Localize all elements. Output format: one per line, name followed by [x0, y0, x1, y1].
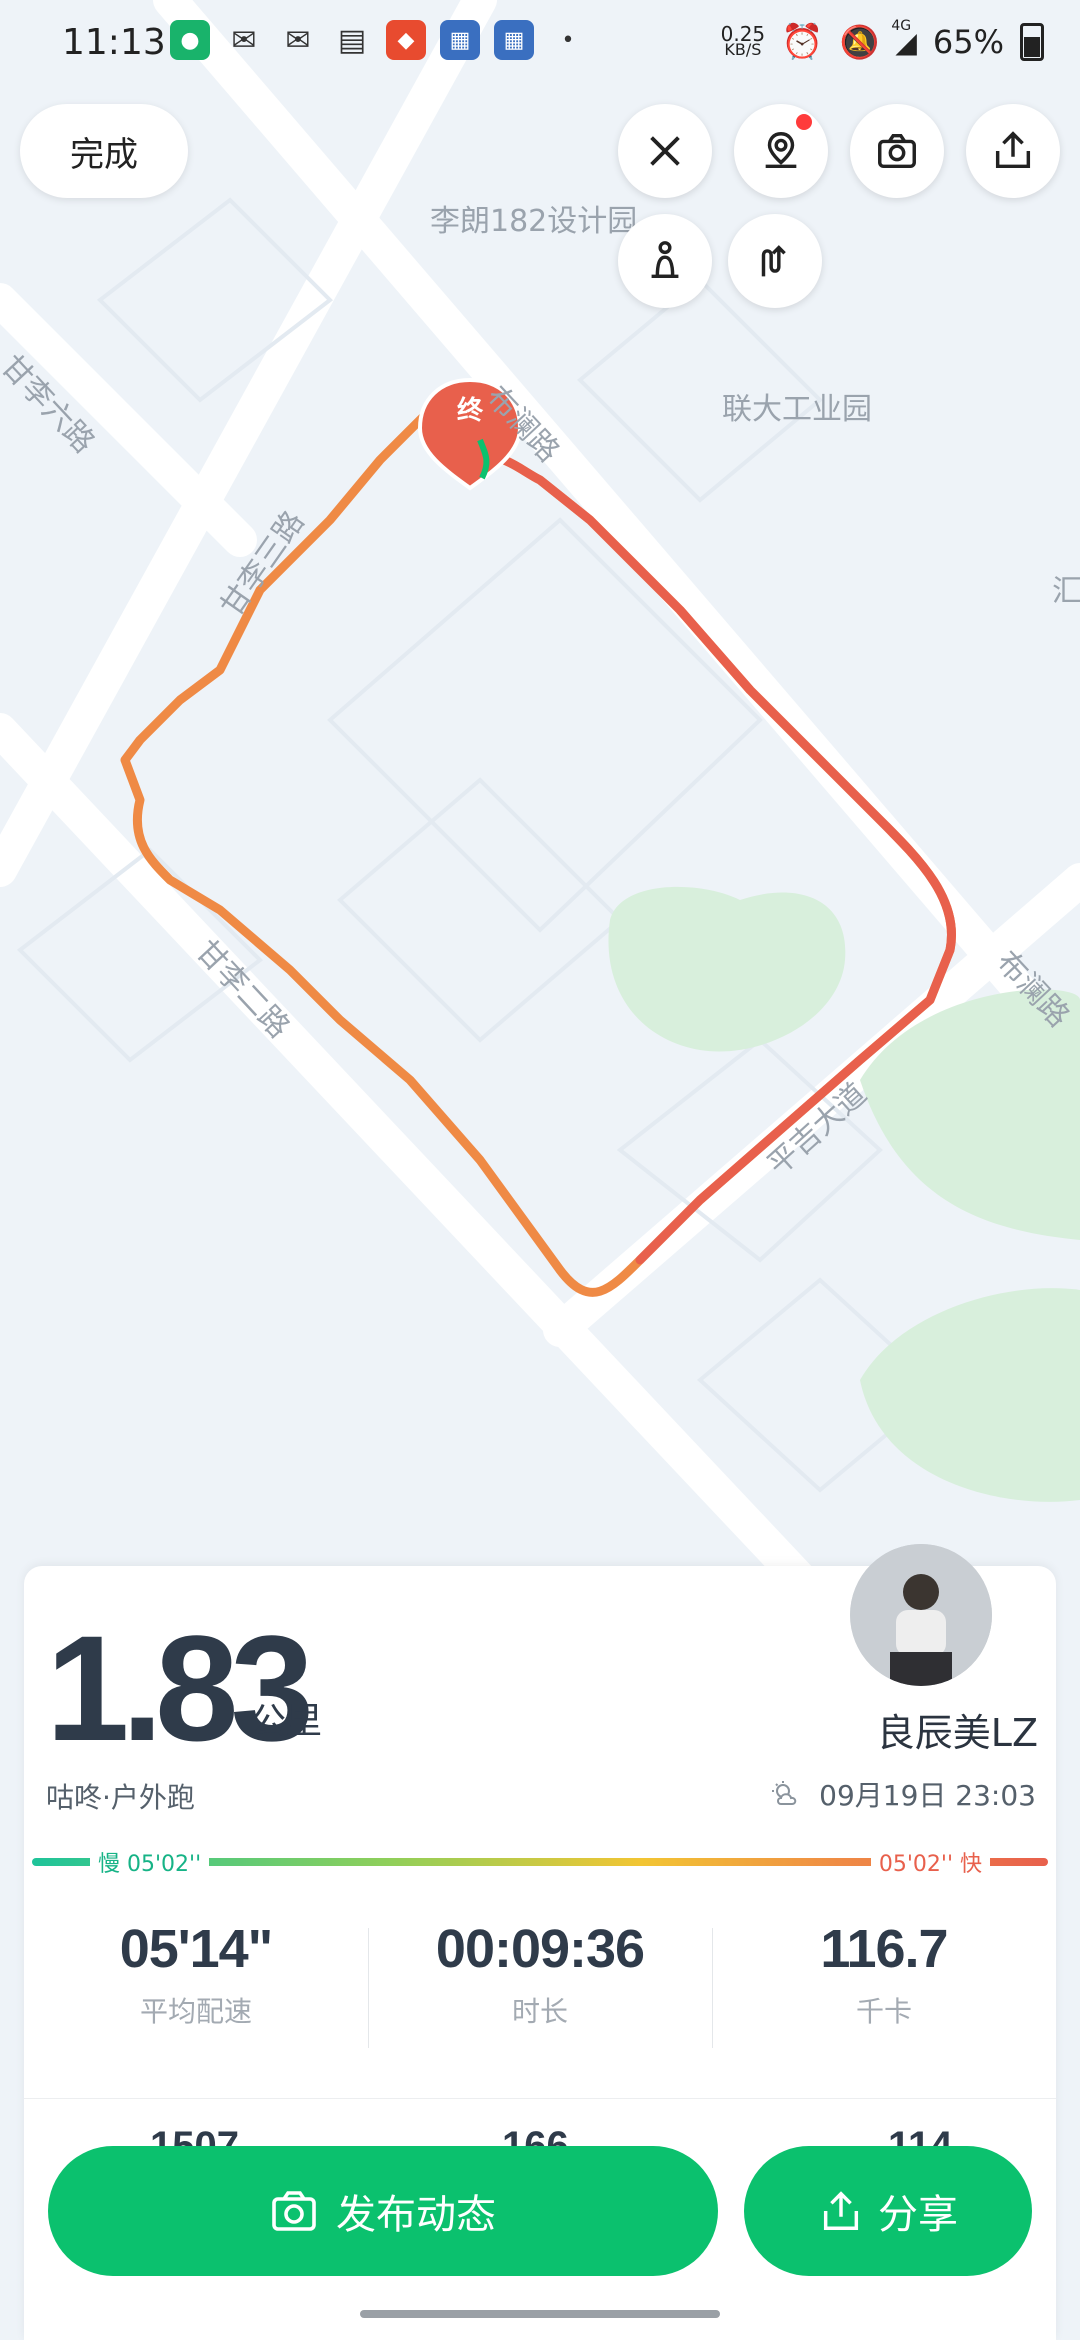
route-map[interactable]: 李朗182设计园 联大工业园 甘李六路 甘李三路 甘李二路 布澜路 布澜路 平吉… [0, 0, 1080, 1617]
location-pin-icon [765, 132, 797, 169]
weather-date: 09月19日 23:03 [771, 1774, 1036, 1814]
distance-value: 1.83 [46, 1604, 314, 1772]
stat-calories: 116.7 千卡 [712, 1918, 1056, 2048]
activity-type: 咕咚·户外跑 [46, 1781, 195, 1814]
network-type: 4G [891, 17, 912, 34]
figure-button[interactable] [618, 214, 712, 308]
camera-icon [272, 2191, 316, 2231]
app-icon: ▦ [440, 20, 480, 60]
export-button[interactable] [966, 104, 1060, 198]
stat-value: 05'14" [119, 1919, 274, 1979]
notification-dot [796, 114, 812, 130]
run-date: 09月19日 23:03 [819, 1779, 1036, 1812]
username: 良辰美LZ [876, 1711, 1038, 1755]
home-indicator[interactable] [360, 2310, 720, 2318]
app-icon: ● [170, 20, 210, 60]
route-icon [761, 245, 786, 277]
route-button[interactable] [728, 214, 822, 308]
avatar-photo [850, 1544, 992, 1686]
publish-button[interactable]: 发布动态 [48, 2146, 718, 2276]
share-label: 分享 [878, 2192, 958, 2238]
status-bar: 11:13 ● ✉ ✉ ▤ ◆ ▦ ▦ • 0.25 KB/S ⏰ 🔕 4G ◢ … [0, 0, 1080, 96]
stat-value: 116.7 [820, 1919, 948, 1979]
stat-label: 时长 [511, 1995, 568, 2028]
share-icon [823, 2191, 859, 2230]
status-time: 11:13 [62, 22, 166, 63]
more-dot-icon: • [561, 27, 575, 53]
stat-avg-pace: 05'14" 平均配速 [24, 1918, 368, 2048]
battery-percent: 65% [932, 23, 1004, 61]
file-icon: ▤ [337, 22, 367, 58]
publish-label: 发布动态 [336, 2192, 496, 2238]
wechat-icon: ✉ [231, 22, 257, 58]
app-icon: ▦ [494, 20, 534, 60]
mute-icon: 🔕 [839, 23, 880, 61]
map-label-lian-da: 联大工业园 [722, 392, 872, 427]
pace-gradient-bar: 慢 05'02'' 05'02'' 快 [32, 1846, 1048, 1878]
alarm-icon: ⏰ [781, 22, 824, 62]
camera-icon [878, 133, 916, 169]
location-button[interactable] [734, 104, 828, 198]
signal-icon: 4G ◢ [891, 17, 917, 59]
share-button[interactable]: 分享 [744, 2146, 1032, 2276]
stat-value: 00:09:36 [435, 1919, 645, 1979]
stats-row: 05'14" 平均配速 00:09:36 时长 116.7 千卡 [24, 1918, 1056, 2048]
weather-cloudy-icon [772, 1781, 797, 1805]
wechat-icon: ✉ [285, 22, 311, 58]
stat-duration: 00:09:36 时长 [368, 1918, 712, 2048]
battery-icon [1020, 23, 1044, 61]
map-label-edge: 汇 [1052, 574, 1080, 609]
status-right: 0.25 KB/S ⏰ 🔕 4G ◢ 65% [721, 17, 1044, 62]
avatar[interactable] [850, 1544, 992, 1686]
net-speed: 0.25 KB/S [721, 24, 766, 59]
close-button[interactable] [618, 104, 712, 198]
meditation-icon [651, 241, 679, 279]
distance-unit: 公里 [250, 1701, 323, 1742]
end-marker-label: 终 [457, 396, 484, 426]
pace-slow-label: 慢 05'02'' [90, 1846, 210, 1878]
divider [24, 2098, 1056, 2099]
upload-icon [995, 131, 1031, 169]
net-speed-unit: KB/S [724, 40, 762, 59]
notification-icons: ● ✉ ✉ ▤ ◆ ▦ ▦ • [170, 20, 588, 60]
app-icon: ◆ [386, 20, 426, 60]
stat-label: 千卡 [855, 1995, 912, 2028]
map-label-li-lang: 李朗182设计园 [430, 204, 638, 239]
stat-label: 平均配速 [139, 1995, 252, 2028]
pace-fast-label: 05'02'' 快 [870, 1846, 990, 1878]
close-icon [650, 136, 680, 166]
map-canvas [0, 0, 1080, 1617]
done-button[interactable]: 完成 [20, 104, 188, 198]
camera-button[interactable] [850, 104, 944, 198]
